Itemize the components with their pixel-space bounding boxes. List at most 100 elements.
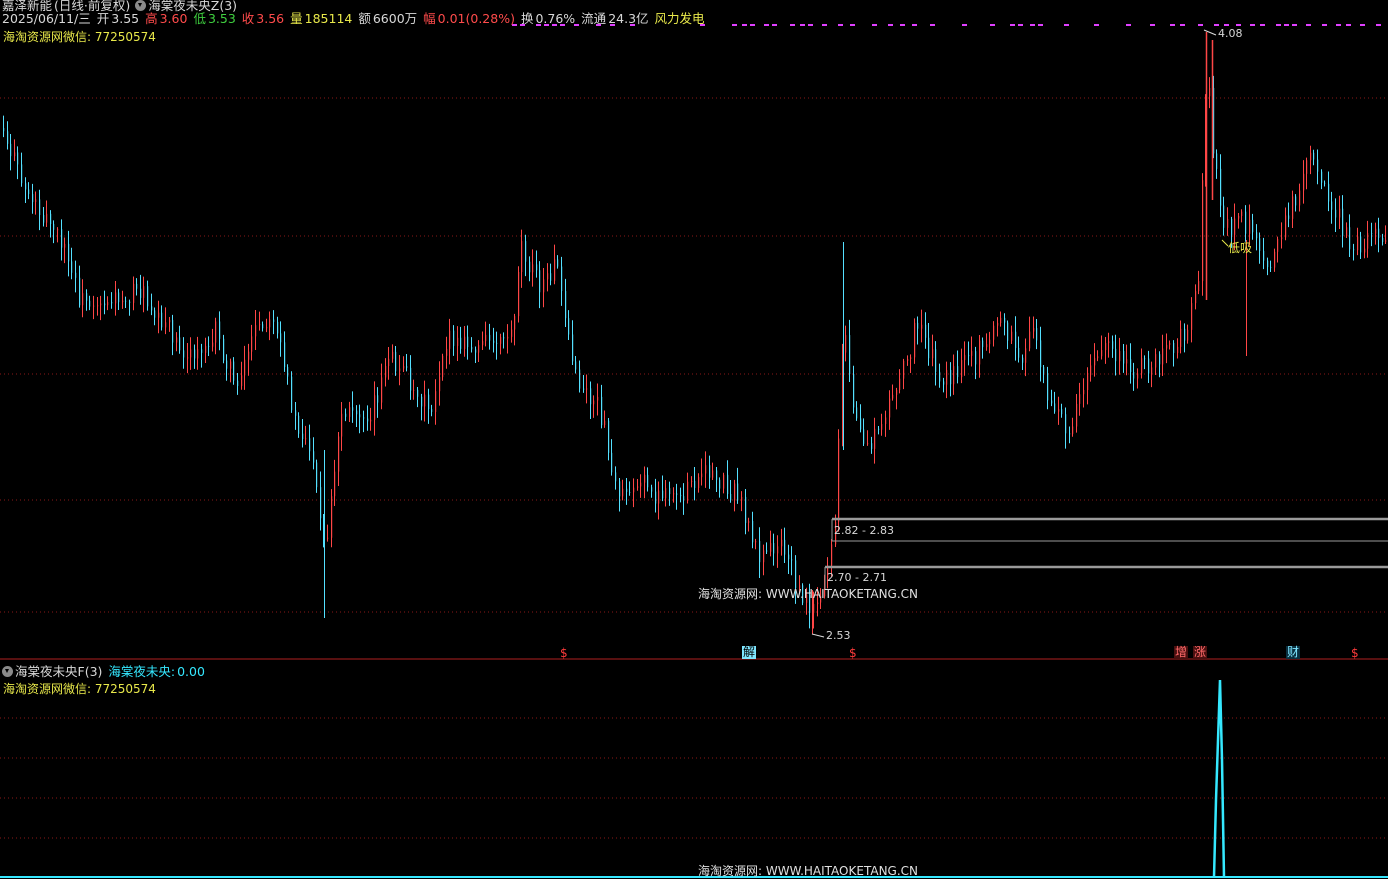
candle-body-123 <box>446 348 448 356</box>
candle-body-113 <box>410 367 412 391</box>
candle-body-368 <box>1328 183 1330 202</box>
candle-body-297 <box>1072 426 1074 434</box>
purple-mark-19 <box>822 24 827 26</box>
candle-body-38 <box>140 288 142 298</box>
change-value: 0.01(0.28%) <box>437 11 515 26</box>
buy-signal-label: 低吸 <box>1228 241 1253 255</box>
candle-body-161 <box>583 388 585 390</box>
candle-body-128 <box>464 336 466 349</box>
sub-indicator-menu-icon[interactable] <box>2 666 13 677</box>
candle-body-287 <box>1036 328 1038 341</box>
high-price-marker: 4.08 <box>1218 27 1243 40</box>
candle-body-353 <box>1274 251 1276 268</box>
candle-body-44 <box>161 312 163 328</box>
candle-body-78 <box>284 342 286 368</box>
candle-body-246 <box>889 398 891 418</box>
candle-body-4 <box>17 152 19 165</box>
candle-body-19 <box>71 261 73 273</box>
candle-body-20 <box>75 272 77 278</box>
purple-mark-11 <box>732 24 737 26</box>
candle-body-102 <box>370 419 372 422</box>
purple-mark-33 <box>1064 24 1069 26</box>
candle-body-107 <box>388 358 390 367</box>
candle-body-110 <box>399 368 401 372</box>
candle-body-258 <box>932 349 934 359</box>
candle-body-265 <box>957 366 959 378</box>
candle-body-10 <box>39 199 41 216</box>
candle-body-235 <box>849 335 851 375</box>
candle-body-90 <box>327 537 329 539</box>
candle-body-252 <box>910 357 912 359</box>
zone-upper-label: 2.82 - 2.83 <box>834 524 894 537</box>
candle-body-169 <box>611 452 613 473</box>
candle-body-207 <box>748 521 750 523</box>
turnover-value: 0.76% <box>535 11 576 26</box>
candle-body-280 <box>1011 331 1013 341</box>
candle-body-355 <box>1281 237 1283 240</box>
candle-body-170 <box>615 472 617 482</box>
candle-body-347 <box>1252 219 1254 233</box>
candle-body-50 <box>183 350 185 358</box>
candle-body-366 <box>1321 171 1323 183</box>
candle-body-95 <box>345 413 347 417</box>
candle-body-320 <box>1155 354 1157 368</box>
candle-body-219 <box>791 559 793 561</box>
candle-body-198 <box>716 470 718 480</box>
candle-body-232 <box>838 438 840 523</box>
purple-mark-51 <box>1346 24 1351 26</box>
candle-body-260 <box>939 371 941 382</box>
candle-body-158 <box>572 334 574 362</box>
candle-body-259 <box>935 349 937 372</box>
candle-body-39 <box>143 286 145 298</box>
candle-body-357 <box>1288 215 1290 219</box>
candle-body-341 <box>1231 218 1233 235</box>
candle-body-249 <box>899 378 901 390</box>
candle-body-179 <box>647 474 649 488</box>
candle-body-5 <box>21 164 23 184</box>
candle-body-79 <box>287 367 289 377</box>
candle-body-16 <box>61 229 63 248</box>
candle-body-331 <box>1195 291 1197 304</box>
kline-chart[interactable] <box>0 0 1388 879</box>
purple-mark-25 <box>912 24 917 26</box>
candle-body-93 <box>338 436 340 472</box>
float-value: 24.3亿 <box>608 11 649 26</box>
candle-body-266 <box>961 360 963 378</box>
purple-mark-18 <box>808 24 813 26</box>
candle-body-11 <box>43 215 45 223</box>
candle-body-302 <box>1090 365 1092 376</box>
candle-body-361 <box>1303 173 1305 191</box>
candle-body-108 <box>392 351 394 359</box>
candle-body-192 <box>694 480 696 489</box>
candle-body-270 <box>975 351 977 365</box>
candle-body-36 <box>133 283 135 303</box>
candle-body-285 <box>1029 331 1031 349</box>
candle-body-106 <box>385 366 387 378</box>
candle-body-216 <box>781 539 783 547</box>
candle-body-67 <box>244 359 246 376</box>
candle-body-23 <box>86 293 88 301</box>
candle-body-159 <box>575 361 577 370</box>
candle-body-250 <box>903 360 905 379</box>
candle-body-303 <box>1094 358 1096 366</box>
candle-body-144 <box>521 241 523 273</box>
candle-body-373 <box>1346 227 1348 237</box>
candle-body-186 <box>673 493 675 495</box>
candle-body-332 <box>1198 281 1200 292</box>
signal-dollar-3: $ <box>1351 646 1359 660</box>
candle-body-191 <box>691 480 693 482</box>
candle-body-117 <box>424 394 426 407</box>
candle-body-214 <box>773 543 775 554</box>
sub-series-spike <box>1212 679 1226 878</box>
quote-bar: 2025/06/11/三 开 3.55 高 3.60 低 3.53 收 3.56 量 18… <box>2 8 707 27</box>
candle-body-264 <box>953 366 955 385</box>
candle-body-155 <box>561 266 563 292</box>
candle-body-226 <box>817 602 819 605</box>
candle-body-201 <box>727 474 729 494</box>
candle-body-305 <box>1101 350 1103 357</box>
candle-body-248 <box>896 389 898 395</box>
candle-body-139 <box>503 337 505 339</box>
candle-body-278 <box>1004 317 1006 323</box>
sector-name[interactable]: 风力发电 <box>655 11 705 26</box>
candle-body-296 <box>1069 433 1071 435</box>
